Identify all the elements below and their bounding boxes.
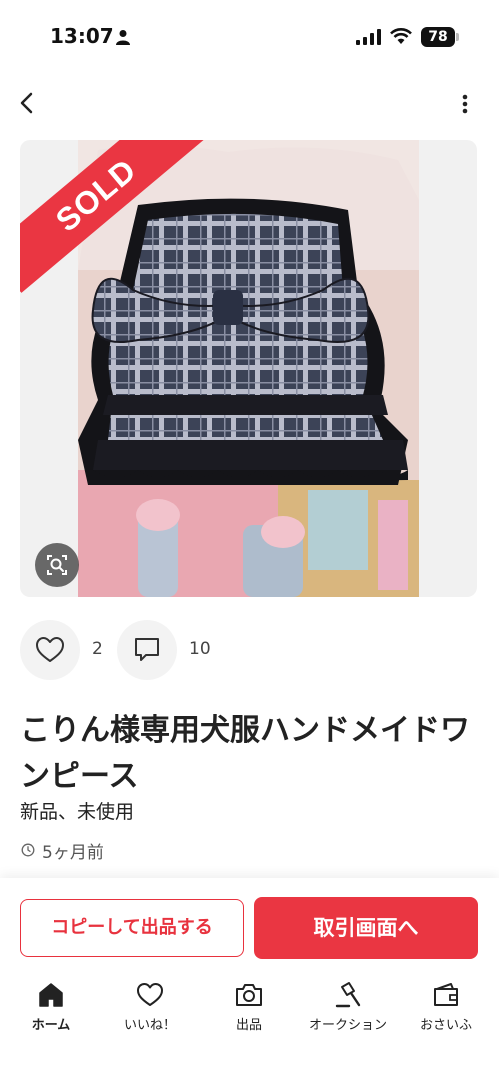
status-time: 13:07 bbox=[50, 24, 114, 48]
like-count: 2 bbox=[92, 639, 103, 659]
trade-screen-button[interactable]: 取引画面へ bbox=[254, 897, 478, 959]
product-image bbox=[78, 140, 419, 597]
tab-sell[interactable]: 出品 bbox=[201, 972, 297, 1042]
posted-time: 5ヶ月前 bbox=[42, 843, 104, 863]
heart-icon bbox=[36, 637, 64, 662]
comment-button[interactable] bbox=[117, 620, 177, 680]
comment-count: 10 bbox=[189, 639, 211, 659]
more-options-icon[interactable] bbox=[450, 88, 480, 120]
product-condition: 新品、未使用 bbox=[20, 801, 135, 823]
tab-home-label: ホーム bbox=[31, 1018, 71, 1033]
battery-tip bbox=[456, 33, 459, 41]
zoom-search-icon bbox=[47, 555, 67, 575]
wifi-icon bbox=[390, 28, 412, 44]
gavel-icon bbox=[335, 982, 361, 1008]
tab-likes[interactable]: いいね！ bbox=[102, 972, 198, 1042]
tab-auction-label: オークション bbox=[308, 1018, 387, 1033]
bottom-tab-bar: ホーム いいね！ 出品 オークション おさいふ bbox=[0, 972, 499, 1042]
tab-wallet-label: おさいふ bbox=[419, 1018, 472, 1033]
tab-sell-label: 出品 bbox=[235, 1018, 262, 1033]
camera-icon bbox=[236, 984, 262, 1006]
copy-listing-button[interactable]: コピーして出品する bbox=[20, 899, 244, 957]
product-title: こりん様専用犬服ハンドメイドワンピース bbox=[20, 713, 470, 794]
signal-icon bbox=[356, 29, 381, 45]
product-photo[interactable]: SOLD bbox=[20, 140, 477, 597]
tab-likes-label: いいね！ bbox=[123, 1018, 176, 1033]
person-icon bbox=[116, 30, 130, 45]
battery-indicator: 78 bbox=[421, 27, 455, 47]
home-icon bbox=[39, 983, 63, 1007]
comment-icon bbox=[135, 638, 159, 661]
back-icon[interactable] bbox=[12, 86, 42, 120]
tab-home[interactable]: ホーム bbox=[3, 972, 99, 1042]
wallet-icon bbox=[434, 983, 458, 1006]
status-bar: 13:07 78 bbox=[0, 0, 499, 70]
tab-auction[interactable]: オークション bbox=[300, 972, 396, 1042]
like-button[interactable] bbox=[20, 620, 80, 680]
heart-tab-icon bbox=[137, 983, 163, 1006]
clock-icon bbox=[21, 843, 35, 857]
tab-wallet[interactable]: おさいふ bbox=[398, 972, 494, 1042]
zoom-button[interactable] bbox=[35, 543, 79, 587]
